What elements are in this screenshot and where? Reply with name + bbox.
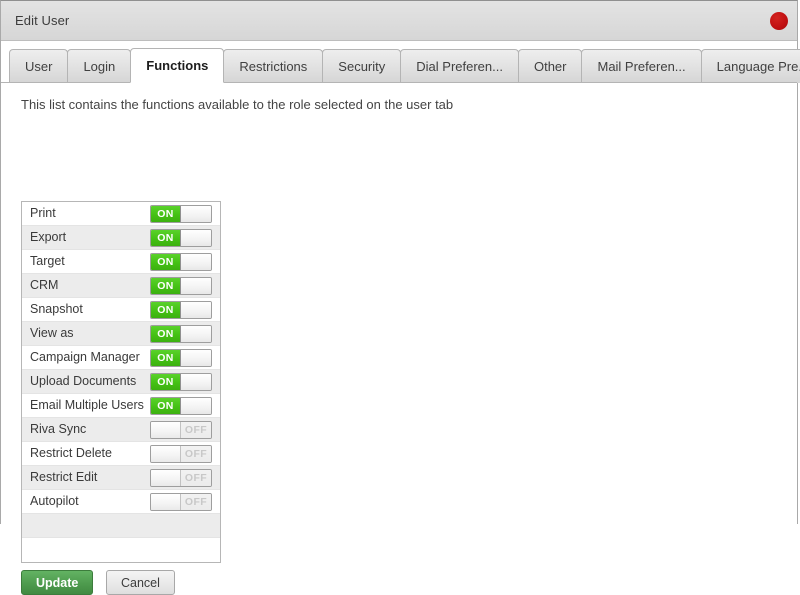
function-toggle[interactable]: OFF — [150, 469, 212, 487]
functions-list: Print ON Export ON Target ON CRM ON Snapshot ON Vi… — [21, 201, 221, 563]
function-row: Upload Documents ON — [22, 370, 220, 394]
function-row: Restrict Delete OFF — [22, 442, 220, 466]
toggle-on-label: ON — [151, 350, 181, 366]
dialog-title: Edit User — [15, 13, 70, 28]
function-label: Restrict Delete — [30, 446, 112, 460]
toggle-knob — [181, 374, 211, 390]
function-toggle[interactable]: ON — [150, 349, 212, 367]
function-toggle[interactable]: OFF — [150, 493, 212, 511]
function-toggle[interactable]: ON — [150, 229, 212, 247]
toggle-off-label: OFF — [181, 494, 211, 510]
close-dot-icon[interactable] — [770, 12, 788, 30]
toggle-off-label: OFF — [181, 422, 211, 438]
function-label: Print — [30, 206, 56, 220]
toggle-knob — [181, 254, 211, 270]
toggle-knob — [151, 470, 181, 486]
panel-hint: This list contains the functions availab… — [21, 97, 454, 112]
function-toggle[interactable]: ON — [150, 301, 212, 319]
dialog-footer-buttons: Update Cancel — [21, 570, 175, 595]
toggle-on-label: ON — [151, 278, 181, 294]
dialog-titlebar: Edit User — [1, 1, 797, 41]
tab-other[interactable]: Other — [517, 49, 583, 83]
function-label: Campaign Manager — [30, 350, 140, 364]
function-row — [22, 538, 220, 562]
function-label: View as — [30, 326, 74, 340]
function-toggle[interactable]: ON — [150, 253, 212, 271]
function-label: Export — [30, 230, 67, 244]
toggle-knob — [181, 350, 211, 366]
function-label: Upload Documents — [30, 374, 137, 388]
function-row: Restrict Edit OFF — [22, 466, 220, 490]
edit-user-dialog: Edit User User Login Functions Restrictions… — [0, 0, 800, 595]
toggle-on-label: ON — [151, 230, 181, 246]
cancel-button[interactable]: Cancel — [106, 570, 175, 595]
tab-user[interactable]: User — [9, 49, 69, 83]
tab-security[interactable]: Security — [322, 49, 402, 83]
function-label: Snapshot — [30, 302, 83, 316]
function-row: CRM ON — [22, 274, 220, 298]
toggle-off-label: OFF — [181, 446, 211, 462]
function-label: CRM — [30, 278, 59, 292]
function-row: Autopilot OFF — [22, 490, 220, 514]
function-toggle[interactable]: OFF — [150, 421, 212, 439]
toggle-on-label: ON — [151, 398, 181, 414]
toggle-on-label: ON — [151, 326, 181, 342]
function-row: Export ON — [22, 226, 220, 250]
function-row: Campaign Manager ON — [22, 346, 220, 370]
function-label: Email Multiple Users — [30, 398, 144, 412]
toggle-on-label: ON — [151, 374, 181, 390]
tab-mail-preferen[interactable]: Mail Preferen... — [581, 49, 702, 83]
tab-restrictions[interactable]: Restrictions — [223, 49, 324, 83]
tab-login[interactable]: Login — [67, 49, 132, 83]
function-toggle[interactable]: OFF — [150, 445, 212, 463]
function-row — [22, 514, 220, 538]
function-toggle[interactable]: ON — [150, 397, 212, 415]
function-label: Autopilot — [30, 494, 79, 508]
toggle-on-label: ON — [151, 206, 181, 222]
toggle-knob — [181, 206, 211, 222]
toggle-knob — [181, 278, 211, 294]
toggle-knob — [181, 230, 211, 246]
function-row: Riva Sync OFF — [22, 418, 220, 442]
function-toggle[interactable]: ON — [150, 373, 212, 391]
function-toggle[interactable]: ON — [150, 277, 212, 295]
function-row: Print ON — [22, 202, 220, 226]
tab-bar: User Login Functions Restrictions Security Di… — [1, 48, 800, 83]
toggle-on-label: ON — [151, 254, 181, 270]
function-toggle[interactable]: ON — [150, 325, 212, 343]
tab-language-pre[interactable]: Language Pre... — [700, 49, 800, 83]
function-label: Target — [30, 254, 65, 268]
toggle-knob — [181, 302, 211, 318]
function-row: View as ON — [22, 322, 220, 346]
function-row: Snapshot ON — [22, 298, 220, 322]
tab-dial-preferen[interactable]: Dial Preferen... — [400, 49, 519, 83]
function-label: Restrict Edit — [30, 470, 98, 484]
toggle-knob — [151, 494, 181, 510]
tab-functions[interactable]: Functions — [130, 48, 225, 83]
toggle-knob — [181, 398, 211, 414]
function-toggle[interactable]: ON — [150, 205, 212, 223]
toggle-knob — [181, 326, 211, 342]
toggle-on-label: ON — [151, 302, 181, 318]
toggle-knob — [151, 422, 181, 438]
function-label: Riva Sync — [30, 422, 87, 436]
toggle-off-label: OFF — [181, 470, 211, 486]
function-row: Target ON — [22, 250, 220, 274]
toggle-knob — [151, 446, 181, 462]
functions-tab-panel: This list contains the functions availab… — [1, 83, 797, 595]
update-button[interactable]: Update — [21, 570, 94, 595]
function-row: Email Multiple Users ON — [22, 394, 220, 418]
